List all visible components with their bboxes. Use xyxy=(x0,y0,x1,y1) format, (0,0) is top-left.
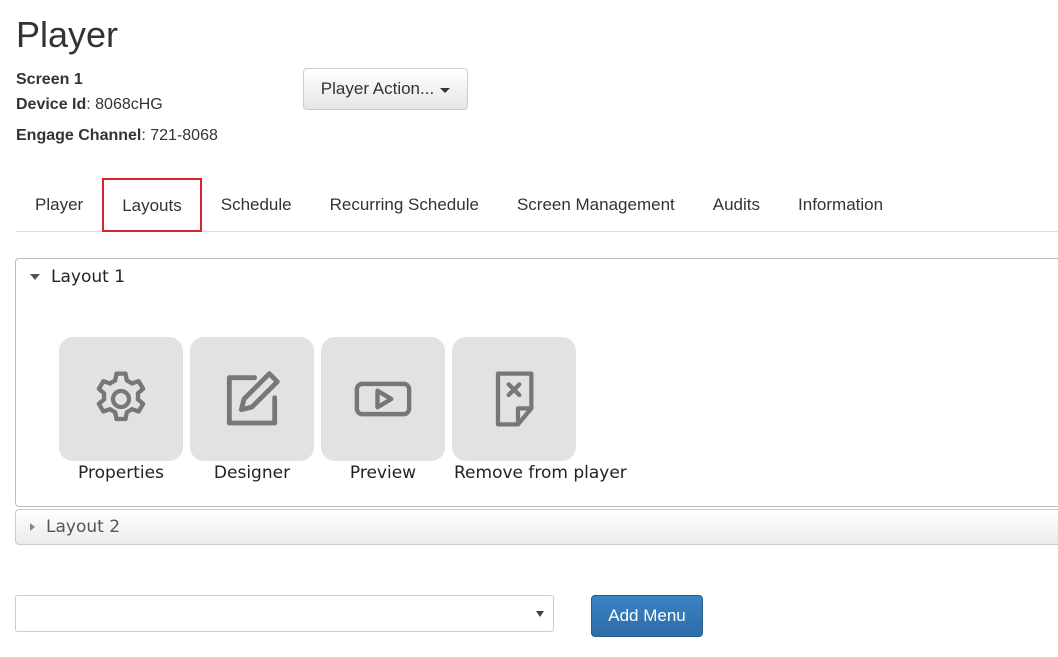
tab-schedule[interactable]: Schedule xyxy=(202,178,311,232)
layout-1-panel: Layout 1 Properties Designer Preview Rem… xyxy=(15,258,1058,507)
remove-from-player-label: Remove from player xyxy=(454,463,627,483)
tab-audits[interactable]: Audits xyxy=(694,178,779,232)
tab-layouts[interactable]: Layouts xyxy=(102,178,202,232)
select-arrow-icon xyxy=(536,611,544,617)
properties-button[interactable] xyxy=(59,337,183,461)
remove-from-player-tile[interactable]: Remove from player xyxy=(452,337,627,483)
tab-bar: Player Layouts Schedule Recurring Schedu… xyxy=(16,178,1058,232)
remove-from-player-button[interactable] xyxy=(452,337,576,461)
designer-button[interactable] xyxy=(190,337,314,461)
page-title: Player xyxy=(16,14,119,55)
edit-icon xyxy=(226,371,280,426)
device-id: Device Id: 8068cHG xyxy=(16,96,163,114)
play-icon xyxy=(354,381,412,417)
layout-2-header[interactable]: Layout 2 xyxy=(30,517,120,537)
tab-player[interactable]: Player xyxy=(16,178,102,232)
layout-2-title: Layout 2 xyxy=(46,517,121,537)
caret-down-icon xyxy=(440,87,451,93)
engage-channel-label: Engage Channel xyxy=(16,127,142,144)
designer-label: Designer xyxy=(213,463,291,483)
screen-name: Screen 1 xyxy=(16,71,83,88)
remove-file-icon xyxy=(495,371,534,427)
properties-label: Properties xyxy=(78,463,164,483)
add-menu-button[interactable]: Add Menu xyxy=(591,595,703,637)
layout-actions: Properties Designer Preview Remove from … xyxy=(59,337,627,483)
designer-tile[interactable]: Designer xyxy=(190,337,314,483)
engage-channel: Engage Channel: 721-8068 xyxy=(16,127,218,145)
tab-recurring-schedule[interactable]: Recurring Schedule xyxy=(311,178,498,232)
device-id-value: : 8068cHG xyxy=(86,96,163,113)
layout-2-panel[interactable]: Layout 2 xyxy=(15,509,1058,545)
layout-1-header[interactable]: Layout 1 xyxy=(30,267,125,287)
tab-screen-management[interactable]: Screen Management xyxy=(498,178,694,232)
tab-information[interactable]: Information xyxy=(779,178,902,232)
caret-right-icon xyxy=(30,523,35,531)
engage-channel-value: : 721-8068 xyxy=(141,127,218,144)
preview-label: Preview xyxy=(349,463,417,483)
caret-down-icon xyxy=(30,274,40,280)
properties-tile[interactable]: Properties xyxy=(59,337,183,483)
menu-select[interactable] xyxy=(15,595,554,632)
preview-tile[interactable]: Preview xyxy=(321,337,445,483)
player-action-button[interactable]: Player Action... xyxy=(303,68,468,110)
layout-1-title: Layout 1 xyxy=(51,267,126,287)
device-id-label: Device Id xyxy=(16,96,87,113)
player-action-label: Player Action... xyxy=(320,79,435,98)
preview-button[interactable] xyxy=(321,337,445,461)
gear-icon xyxy=(96,371,146,422)
